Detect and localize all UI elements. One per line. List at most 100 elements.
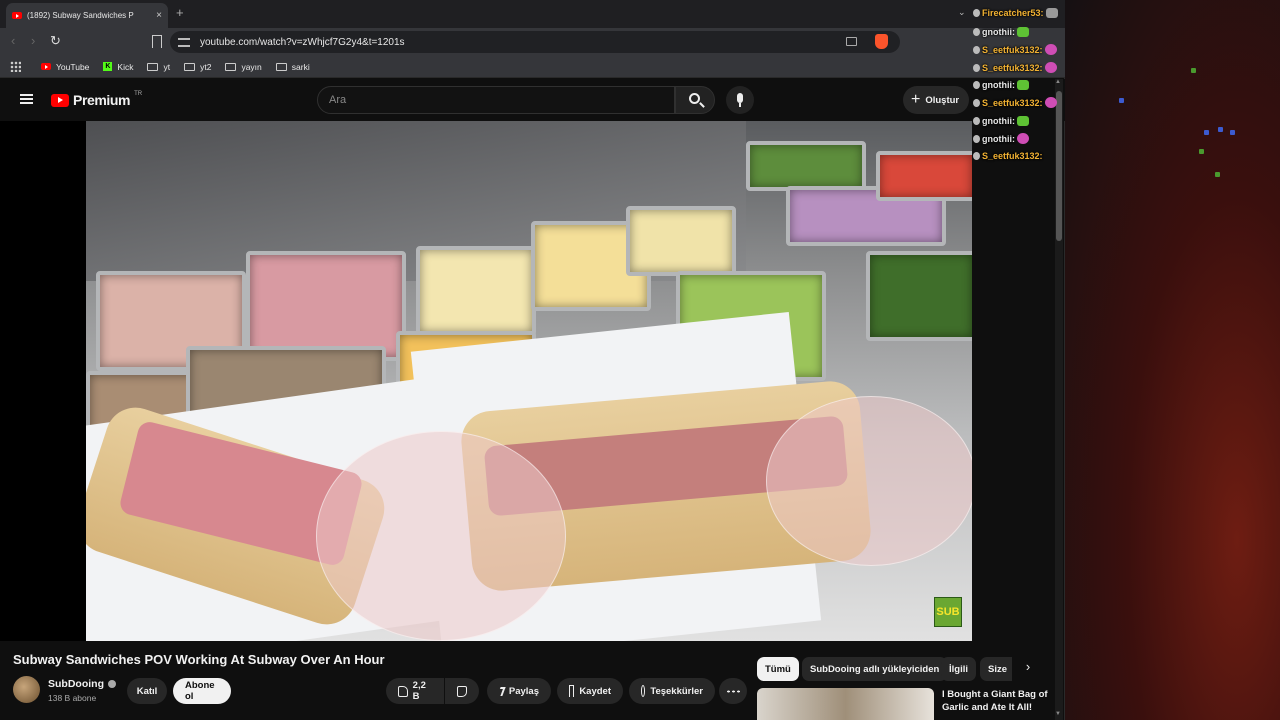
chat-message: S_eetfuk3132: [973,151,1043,161]
search-icon [689,93,700,104]
address-url: youtube.com/watch?v=zWhjcf7G2y4&t=1201s [200,36,405,48]
share-icon [497,686,506,696]
scrollbar-thumb[interactable] [1056,91,1062,241]
join-label: Katıl [136,685,158,697]
brave-shields-icon[interactable] [875,34,888,49]
chat-emote-icon [1044,97,1057,108]
chat-username: gnothii: [982,80,1015,90]
bookmark-label: yt [163,61,171,72]
subscribe-button[interactable]: Abone ol [173,678,231,704]
scroll-down-arrow-icon[interactable]: ▼ [1055,711,1061,717]
chat-username: gnothii: [982,133,1015,144]
bookmark-label: yt2 [200,61,212,72]
microphone-icon [737,93,743,107]
bookmark-folder-sarki[interactable]: sarki [275,62,310,72]
chat-username: S_eetfuk3132: [982,97,1043,108]
recommendation-title[interactable]: I Bought a Giant Bag of Garlic and Ate I… [942,688,1052,714]
ingredient-tray [866,251,972,341]
desktop-background [1065,0,1280,720]
chat-message: S_eetfuk3132: [973,62,1057,73]
chip-all[interactable]: Tümü [757,657,799,681]
logo-text: Premium [73,92,131,108]
thumbs-up-icon [398,685,408,697]
chat-message: gnothii: [973,27,1029,37]
chat-badge-icon [973,152,980,160]
bookmark-youtube[interactable]: YouTube [41,62,89,72]
tab-close-icon[interactable]: × [156,10,162,21]
more-actions-button[interactable] [719,678,747,704]
chip-for-you[interactable]: Size [980,657,1012,681]
site-info-icon[interactable] [178,37,190,47]
chat-message: gnothii: [973,80,1029,90]
reload-button[interactable]: ↻ [50,33,61,49]
new-tab-button[interactable]: + [176,5,184,20]
recommendation-thumbnail[interactable] [757,688,934,720]
more-icon [726,689,740,693]
join-button[interactable]: Katıl [127,678,167,704]
bookmark-label: YouTube [56,61,90,72]
forward-button[interactable]: › [31,33,35,48]
tab-search-icon[interactable]: ⌄ [958,7,966,18]
bookmark-folder-yt2[interactable]: yt2 [184,62,211,72]
save-icon [569,685,575,697]
cast-icon[interactable] [846,37,857,46]
channel-name[interactable]: SubDooing [48,678,116,690]
chat-username: gnothii: [982,27,1015,37]
video-player[interactable]: SUB [0,121,972,641]
youtube-premium-logo[interactable]: Premium TR [51,91,142,108]
ingredient-tray [746,141,866,191]
page-scrollbar[interactable]: ▲ ▼ [1055,79,1063,720]
apps-grid-icon[interactable] [10,61,21,72]
desktop-emote [1119,98,1124,103]
dislike-button[interactable] [445,678,479,704]
desktop-emote [1230,130,1235,135]
bookmark-kick[interactable]: K Kick [103,62,133,72]
scroll-up-arrow-icon[interactable]: ▲ [1055,79,1061,85]
channel-watermark[interactable]: SUB [934,597,962,627]
bookmarks-bar: YouTube K Kick yt yt2 yayın sarki [0,56,1065,78]
back-button[interactable]: ‹ [11,33,15,48]
like-count: 2,2 B [412,680,426,702]
chip-related[interactable]: İlgili [941,657,976,681]
like-button[interactable]: 2,2 B [386,678,444,704]
bookmark-label: yayın [241,61,262,72]
bookmark-folder-yayin[interactable]: yayın [225,61,262,72]
thanks-button[interactable]: Teşekkürler [629,678,715,704]
tab-strip: (1892) Subway Sandwiches P × + ⌄ [0,0,1065,28]
save-button[interactable]: Kaydet [557,678,623,704]
chat-badge-icon [973,81,980,89]
share-button[interactable]: Paylaş [487,678,551,704]
chat-badge-icon [973,28,980,36]
chip-from-uploader[interactable]: SubDooing adlı yükleyiciden [802,657,948,681]
chat-badge-icon [973,9,980,17]
search-button[interactable] [675,86,715,114]
gloved-hand [316,431,566,641]
chat-username: S_eetfuk3132: [982,151,1043,161]
plus-icon: + [911,91,921,108]
desktop-emote [1199,149,1204,154]
chat-emote-icon [1044,44,1057,55]
folder-icon [184,62,196,71]
chat-username: Firecatcher53: [982,8,1044,18]
bookmark-folder-yt[interactable]: yt [147,62,170,72]
youtube-play-icon [51,93,69,107]
ingredient-tray [876,151,972,201]
tab-youtube-video[interactable]: (1892) Subway Sandwiches P × [6,3,168,28]
chat-emote-icon [1017,133,1029,144]
menu-icon[interactable] [20,94,33,104]
address-bar[interactable]: youtube.com/watch?v=zWhjcf7G2y4&t=1201s [170,31,900,53]
channel-avatar[interactable] [13,676,40,703]
search-input[interactable]: Ara [317,86,675,114]
browser-window: (1892) Subway Sandwiches P × + ⌄ ‹ › ↻ y… [0,0,1065,720]
bookmark-icon[interactable] [152,35,162,48]
desktop-emote [1218,127,1223,132]
chat-emote-icon [1017,27,1029,37]
chat-message: gnothii: [973,116,1029,126]
chevron-right-icon[interactable]: › [1018,659,1038,679]
video-frame [86,121,972,641]
chat-badge-icon [973,45,980,54]
voice-search-button[interactable] [726,86,754,114]
share-label: Paylaş [508,685,539,697]
create-button[interactable]: + Oluştur [903,86,970,114]
folder-icon [275,62,287,71]
